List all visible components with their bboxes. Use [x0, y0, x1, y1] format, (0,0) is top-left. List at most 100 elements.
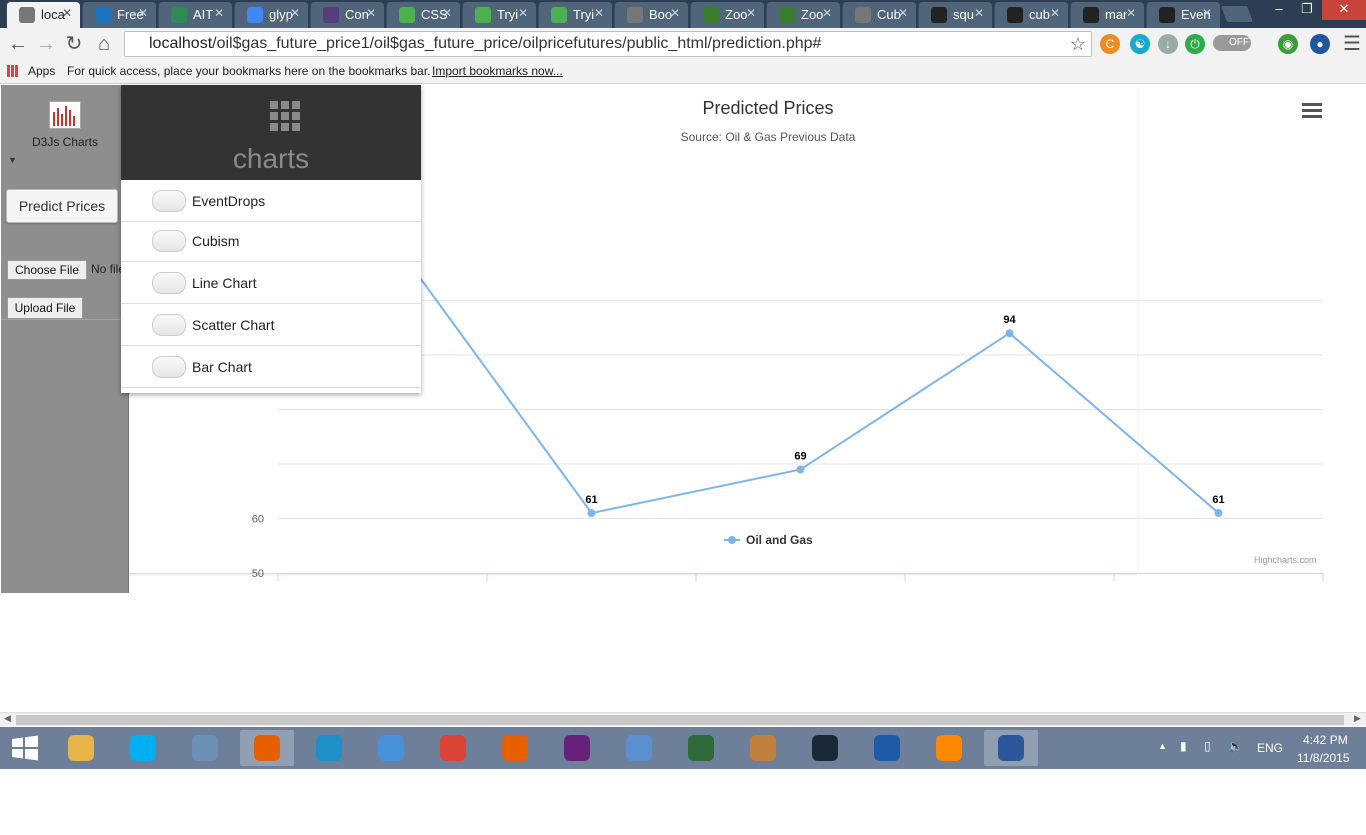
apps-grid-icon[interactable] [7, 65, 19, 77]
browser-tab[interactable]: mar ✕ [1070, 2, 1144, 28]
control-panel-icon[interactable] [612, 730, 666, 766]
scrollbar-thumb[interactable] [16, 715, 1344, 725]
menu-item-eventdrops[interactable]: EventDrops [121, 181, 421, 222]
d3-charts-logo-icon[interactable] [49, 101, 81, 129]
browser-tab[interactable]: Tryi ✕ [462, 2, 536, 28]
browser-tab[interactable]: Boo ✕ [614, 2, 688, 28]
language-indicator[interactable]: ENG [1257, 741, 1283, 755]
horizontal-scrollbar[interactable]: ◀ ▶ [0, 712, 1366, 726]
scroll-right-icon[interactable]: ▶ [1354, 713, 1361, 724]
home-icon[interactable]: ⌂ [92, 32, 116, 56]
new-tab-button[interactable] [1221, 6, 1253, 22]
safari-icon[interactable] [364, 730, 418, 766]
browser-tab[interactable]: Zoo ✕ [690, 2, 764, 28]
file-explorer-icon[interactable] [54, 730, 108, 766]
chart-menu-icon[interactable] [1302, 103, 1322, 118]
d3-charts-label[interactable]: D3Js Charts [1, 135, 129, 149]
upload-file-button[interactable]: Upload File [7, 297, 83, 319]
brackets-icon[interactable] [302, 730, 356, 766]
close-tab-icon[interactable]: ✕ [670, 6, 680, 20]
browser-tab[interactable]: Cub ✕ [842, 2, 916, 28]
close-tab-icon[interactable]: ✕ [290, 6, 300, 20]
off-toggle[interactable]: OFF [1213, 35, 1251, 51]
browser-tab[interactable]: Even ✕ [1146, 2, 1220, 28]
bookmark-star-icon[interactable]: ☆ [1066, 32, 1090, 56]
reload-icon[interactable]: ↻ [62, 32, 86, 56]
browser-tab[interactable]: Free ✕ [82, 2, 156, 28]
extension-blue-icon[interactable]: ● [1310, 34, 1330, 54]
word-icon[interactable] [984, 730, 1038, 766]
scroll-left-icon[interactable]: ◀ [4, 713, 11, 724]
vlc-icon[interactable] [922, 730, 976, 766]
close-tab-icon[interactable]: ✕ [366, 6, 376, 20]
apps-link[interactable]: Apps [28, 64, 55, 78]
browser-tab[interactable]: Zoo ✕ [766, 2, 840, 28]
close-tab-icon[interactable]: ✕ [594, 6, 604, 20]
back-icon[interactable]: ← [6, 32, 30, 56]
browser-tab[interactable]: Con ✕ [310, 2, 384, 28]
close-tab-icon[interactable]: ✕ [518, 6, 528, 20]
legend-item-label[interactable]: Oil and Gas [746, 533, 813, 547]
battery-icon[interactable]: ▯ [1204, 739, 1211, 753]
browser-tab[interactable]: loca ✕ [6, 2, 80, 28]
app-icon-glyph [502, 735, 528, 761]
close-tab-icon[interactable]: ✕ [138, 6, 148, 20]
chrome-icon[interactable] [426, 730, 480, 766]
clock-date[interactable]: 11/8/2015 [1297, 751, 1350, 765]
volume-icon[interactable]: 🔈 [1228, 739, 1243, 753]
close-tab-icon[interactable]: ✕ [214, 6, 224, 20]
close-tab-icon[interactable]: ✕ [746, 6, 756, 20]
data-label: 94 [1003, 314, 1016, 326]
skype-icon[interactable] [116, 730, 170, 766]
globe-icon[interactable]: ◉ [1278, 34, 1298, 54]
browser-tab[interactable]: cub ✕ [994, 2, 1068, 28]
chart-subtitle: Source: Oil & Gas Previous Data [681, 130, 856, 144]
close-tab-icon[interactable]: ✕ [62, 6, 72, 20]
close-tab-icon[interactable]: ✕ [898, 6, 908, 20]
app-icon-glyph [440, 735, 466, 761]
drawing-app-icon[interactable] [674, 730, 728, 766]
close-tab-icon[interactable]: ✕ [442, 6, 452, 20]
close-tab-icon[interactable]: ✕ [1050, 6, 1060, 20]
app-icon-glyph [626, 735, 652, 761]
visual-studio-icon[interactable] [550, 730, 604, 766]
virtualbox-icon[interactable] [178, 730, 232, 766]
paint-icon[interactable] [736, 730, 790, 766]
predict-prices-button[interactable]: Predict Prices [6, 189, 118, 223]
windows-start-icon[interactable] [10, 733, 40, 763]
close-tab-icon[interactable]: ✕ [1126, 6, 1136, 20]
browser-tab[interactable]: squ ✕ [918, 2, 992, 28]
chart-credit[interactable]: Highcharts.com [1254, 555, 1317, 565]
firefox-dev-icon[interactable] [240, 730, 294, 766]
menu-item-line-chart[interactable]: Line Chart [121, 263, 421, 304]
download-icon[interactable]: ↓ [1158, 34, 1178, 54]
close-tab-icon[interactable]: ✕ [1202, 6, 1212, 20]
menu-item-cubism[interactable]: Cubism [121, 221, 421, 262]
menu-item-scatter-chart[interactable]: Scatter Chart [121, 305, 421, 346]
close-window-button[interactable]: ✕ [1322, 0, 1366, 20]
browser-tab[interactable]: Tryi ✕ [538, 2, 612, 28]
show-hidden-icons-icon[interactable]: ▲ [1158, 741, 1167, 751]
signal-icon[interactable]: ▮ [1180, 739, 1187, 753]
restore-button[interactable]: ❐ [1290, 0, 1324, 20]
clock-time[interactable]: 4:42 PM [1303, 733, 1348, 747]
chrome-menu-icon[interactable]: ☰ [1340, 32, 1364, 56]
address-bar[interactable]: localhost/oil$gas_future_price1/oil$gas_… [124, 31, 1092, 57]
extension-headset-icon[interactable]: ☯ [1130, 34, 1150, 54]
extension-power-icon[interactable]: ⏻ [1185, 34, 1205, 54]
caret-down-icon[interactable]: ▼ [8, 155, 17, 165]
browser-tab[interactable]: glyp ✕ [234, 2, 308, 28]
browser-tab[interactable]: CSS ✕ [386, 2, 460, 28]
close-tab-icon[interactable]: ✕ [822, 6, 832, 20]
import-bookmarks-link[interactable]: Import bookmarks now... [432, 64, 563, 78]
extension-orange-icon[interactable]: C [1100, 34, 1120, 54]
thunderbird-icon[interactable] [860, 730, 914, 766]
browser-tab[interactable]: AIT ✕ [158, 2, 232, 28]
forward-icon[interactable]: → [34, 32, 58, 56]
menu-item-bar-chart[interactable]: Bar Chart [121, 347, 421, 388]
data-point [587, 509, 596, 518]
close-tab-icon[interactable]: ✕ [974, 6, 984, 20]
choose-file-button[interactable]: Choose File [7, 260, 87, 280]
steam-icon[interactable] [798, 730, 852, 766]
firefox-icon[interactable] [488, 730, 542, 766]
